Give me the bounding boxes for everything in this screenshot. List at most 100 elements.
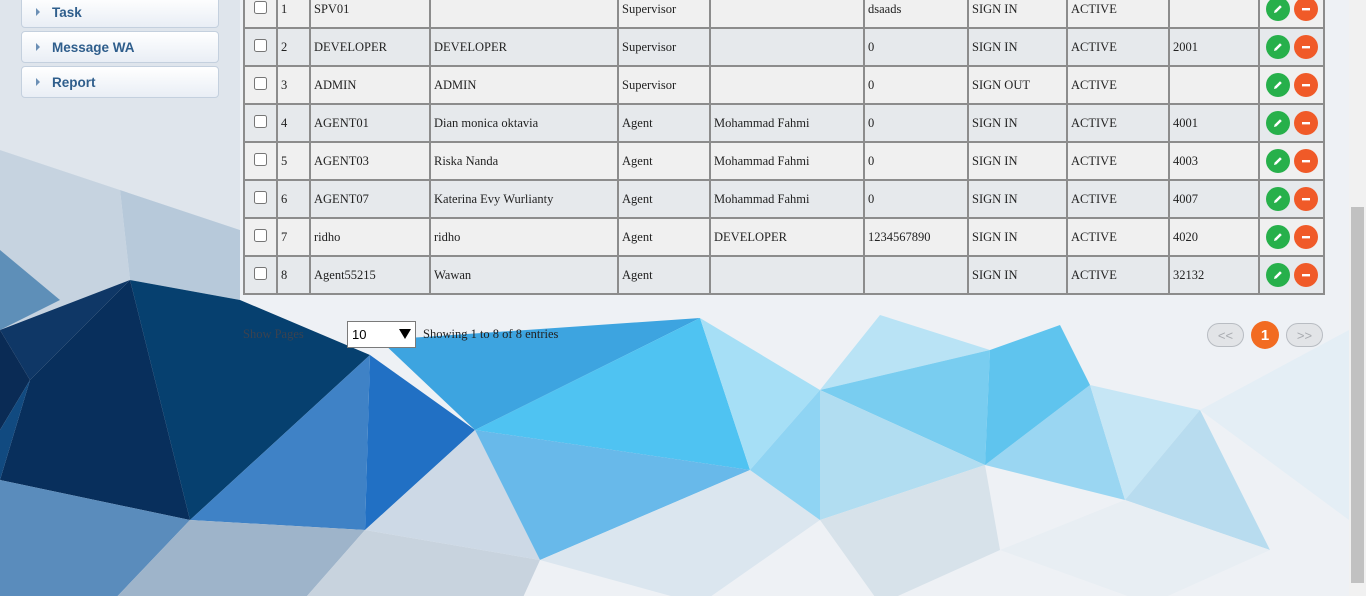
extension-cell: 4001 [1168, 103, 1260, 143]
role-cell: Agent [617, 103, 711, 143]
supervisor-cell: Mohammad Fahmi [709, 179, 865, 219]
account-status-cell: ACTIVE [1066, 27, 1170, 67]
row-checkbox-cell [243, 217, 278, 257]
actions-cell [1258, 65, 1325, 105]
pencil-icon[interactable] [1265, 149, 1290, 173]
actions-cell [1258, 0, 1325, 29]
sidebar-item-label: Task [52, 4, 82, 20]
login-status-cell: SIGN OUT [967, 65, 1068, 105]
role-cell: Agent [617, 255, 711, 295]
supervisor-cell [709, 65, 865, 105]
role-cell: Agent [617, 179, 711, 219]
login-status-cell: SIGN IN [967, 179, 1068, 219]
table-row: 3 ADMIN ADMIN Supervisor 0 SIGN OUT ACTIVE [243, 65, 1325, 105]
login-status-cell: SIGN IN [967, 0, 1068, 29]
row-checkbox-cell [243, 255, 278, 295]
account-status-cell: ACTIVE [1066, 141, 1170, 181]
user-table: 1 SPV01 Supervisor dsaads SIGN IN ACTIVE 2 DEVE… [243, 0, 1325, 295]
account-status-cell: ACTIVE [1066, 255, 1170, 295]
row-checkbox[interactable] [254, 266, 267, 280]
row-checkbox[interactable] [254, 114, 267, 128]
phone-cell: dsaads [863, 0, 969, 29]
table-row: 5 AGENT03 Riska Nanda Agent Mohammad Fahmi 0 S… [243, 141, 1325, 181]
username-cell: ridho [309, 217, 431, 257]
row-checkbox-cell [243, 179, 278, 219]
pencil-icon[interactable] [1265, 263, 1290, 287]
role-cell: Supervisor [617, 0, 711, 29]
current-page-button[interactable]: 1 [1251, 321, 1279, 349]
table-row: 1 SPV01 Supervisor dsaads SIGN IN ACTIVE [243, 0, 1325, 29]
extension-cell: 4020 [1168, 217, 1260, 257]
next-page-button[interactable]: >> [1286, 323, 1323, 347]
phone-cell [863, 255, 969, 295]
phone-cell: 0 [863, 179, 969, 219]
pencil-icon[interactable] [1265, 35, 1290, 59]
minus-icon[interactable] [1293, 35, 1318, 59]
extension-cell: 32132 [1168, 255, 1260, 295]
pencil-icon[interactable] [1265, 73, 1290, 97]
entries-info: Showing 1 to 8 of 8 entries [423, 327, 559, 341]
actions-cell [1258, 255, 1325, 295]
table-row: 4 AGENT01 Dian monica oktavia Agent Mohammad… [243, 103, 1325, 143]
pencil-icon[interactable] [1265, 225, 1290, 249]
pencil-icon[interactable] [1265, 0, 1290, 21]
role-cell: Supervisor [617, 65, 711, 105]
sidebar: Task Message WA Report [21, 0, 219, 101]
supervisor-cell: DEVELOPER [709, 217, 865, 257]
caret-right-icon [36, 8, 40, 16]
actions-cell [1258, 103, 1325, 143]
page-size-select[interactable]: 10 [347, 321, 416, 348]
sidebar-item-task[interactable]: Task [21, 0, 219, 28]
row-checkbox[interactable] [254, 76, 267, 90]
sidebar-item-report[interactable]: Report [21, 66, 219, 98]
row-checkbox[interactable] [254, 228, 267, 242]
phone-cell: 0 [863, 141, 969, 181]
minus-icon[interactable] [1293, 187, 1318, 211]
row-number: 4 [276, 103, 311, 143]
account-status-cell: ACTIVE [1066, 103, 1170, 143]
row-checkbox[interactable] [254, 0, 267, 14]
row-checkbox[interactable] [254, 190, 267, 204]
extension-cell: 2001 [1168, 27, 1260, 67]
row-checkbox-cell [243, 0, 278, 29]
role-cell: Agent [617, 141, 711, 181]
row-number: 2 [276, 27, 311, 67]
minus-icon[interactable] [1293, 73, 1318, 97]
vertical-scrollbar[interactable] [1349, 0, 1366, 596]
minus-icon[interactable] [1293, 225, 1318, 249]
username-cell: AGENT07 [309, 179, 431, 219]
table-row: 8 Agent55215 Wawan Agent SIGN IN ACTIVE 32132 [243, 255, 1325, 295]
minus-icon[interactable] [1293, 263, 1318, 287]
actions-cell [1258, 179, 1325, 219]
scrollbar-thumb[interactable] [1351, 207, 1364, 583]
pencil-icon[interactable] [1265, 111, 1290, 135]
row-checkbox[interactable] [254, 38, 267, 52]
sidebar-item-message-wa[interactable]: Message WA [21, 31, 219, 63]
extension-cell: 4003 [1168, 141, 1260, 181]
sidebar-item-label: Report [52, 74, 96, 90]
supervisor-cell [709, 0, 865, 29]
actions-cell [1258, 27, 1325, 67]
name-cell [429, 0, 619, 29]
role-cell: Agent [617, 217, 711, 257]
phone-cell: 1234567890 [863, 217, 969, 257]
supervisor-cell [709, 255, 865, 295]
name-cell: DEVELOPER [429, 27, 619, 67]
page-size-value: 10 [352, 327, 367, 342]
row-checkbox[interactable] [254, 152, 267, 166]
row-number: 1 [276, 0, 311, 29]
login-status-cell: SIGN IN [967, 141, 1068, 181]
prev-page-button[interactable]: << [1207, 323, 1244, 347]
login-status-cell: SIGN IN [967, 255, 1068, 295]
table-row: 7 ridho ridho Agent DEVELOPER 1234567890 SIGN … [243, 217, 1325, 257]
row-number: 6 [276, 179, 311, 219]
login-status-cell: SIGN IN [967, 103, 1068, 143]
minus-icon[interactable] [1293, 111, 1318, 135]
phone-cell: 0 [863, 65, 969, 105]
supervisor-cell: Mohammad Fahmi [709, 141, 865, 181]
minus-icon[interactable] [1293, 0, 1318, 21]
row-number: 3 [276, 65, 311, 105]
minus-icon[interactable] [1293, 149, 1318, 173]
pencil-icon[interactable] [1265, 187, 1290, 211]
table-row: 6 AGENT07 Katerina Evy Wurlianty Agent Moham… [243, 179, 1325, 219]
